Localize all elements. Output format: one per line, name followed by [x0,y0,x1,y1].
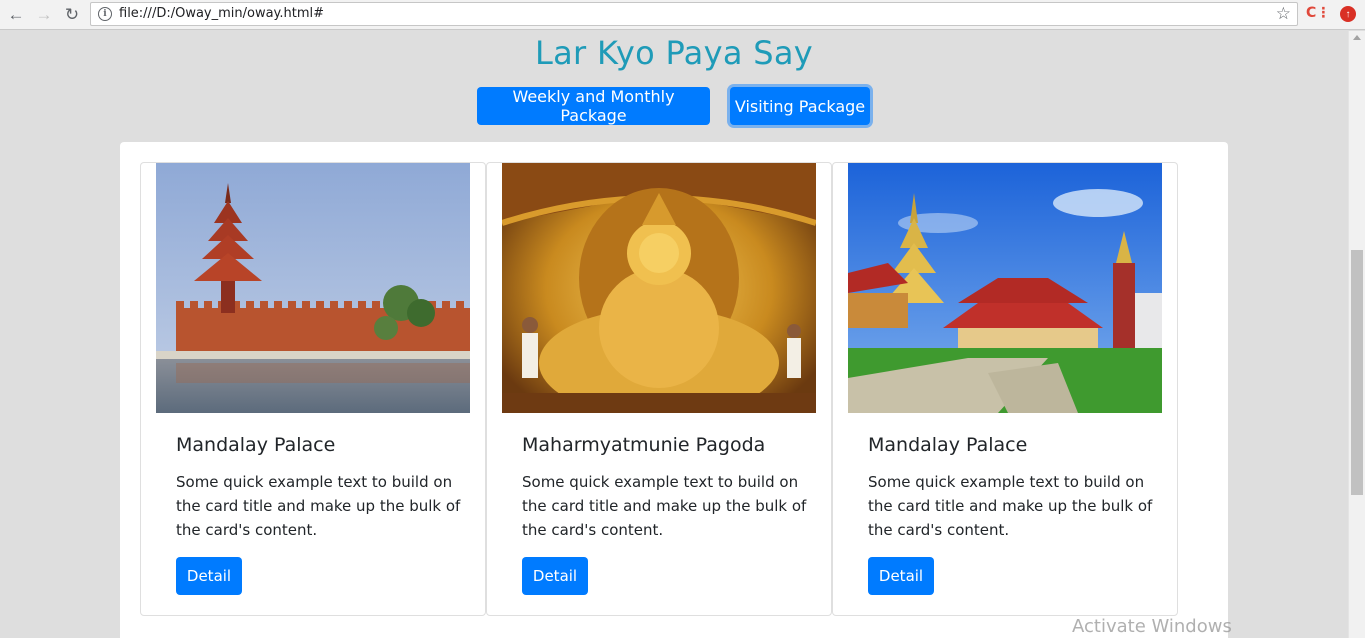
weekly-monthly-package-button[interactable]: Weekly and Monthly Package [477,87,710,125]
activate-windows-watermark: Activate Windows [1072,616,1232,637]
detail-button[interactable]: Detail [522,557,588,595]
card-text: Some quick example text to build on the … [176,473,461,539]
mandalay-palace-image [848,163,1162,413]
info-icon[interactable]: i [98,7,112,21]
cards-container: Mandalay Palace Some quick example text … [120,142,1228,638]
scroll-up-icon[interactable] [1353,35,1361,40]
detail-button[interactable]: Detail [176,557,242,595]
forward-button[interactable]: → [33,4,55,26]
reload-icon: ↻ [64,5,80,24]
card-mandalay-palace-2: Mandalay Palace Some quick example text … [832,162,1178,616]
page-title: Lar Kyo Paya Say [535,34,813,72]
page-scrollbar[interactable] [1348,31,1365,638]
browser-toolbar: ← → ↻ i file:///D:/Oway_min/oway.html# ☆… [0,0,1365,30]
card-text: Some quick example text to build on the … [522,473,807,539]
mandalay-palace-image [156,163,470,413]
scroll-thumb[interactable] [1351,250,1363,495]
extension-c-icon[interactable]: C⋮ [1306,5,1330,21]
reload-button[interactable]: ↻ [61,4,83,26]
extension-upload-label: ↑ [1345,8,1351,20]
card-title: Maharmyatmunie Pagoda [522,434,766,456]
card-maharmyatmunie-pagoda: Maharmyatmunie Pagoda Some quick example… [486,162,832,616]
card-mandalay-palace-1: Mandalay Palace Some quick example text … [140,162,486,616]
star-icon[interactable]: ☆ [1276,4,1291,24]
address-bar[interactable]: i file:///D:/Oway_min/oway.html# ☆ [90,2,1298,26]
arrow-left-icon: ← [7,5,25,24]
card-text: Some quick example text to build on the … [868,473,1153,539]
back-button[interactable]: ← [5,4,27,26]
visiting-package-button[interactable]: Visiting Package [730,87,870,125]
extension-c-label: C [1306,5,1317,21]
url-text: file:///D:/Oway_min/oway.html# [119,6,325,21]
arrow-right-icon: → [35,5,53,24]
card-title: Mandalay Palace [176,434,336,456]
maharmyatmunie-pagoda-image [502,163,816,413]
card-title: Mandalay Palace [868,434,1028,456]
detail-button[interactable]: Detail [868,557,934,595]
extension-upload-icon[interactable]: ↑ [1340,6,1356,22]
